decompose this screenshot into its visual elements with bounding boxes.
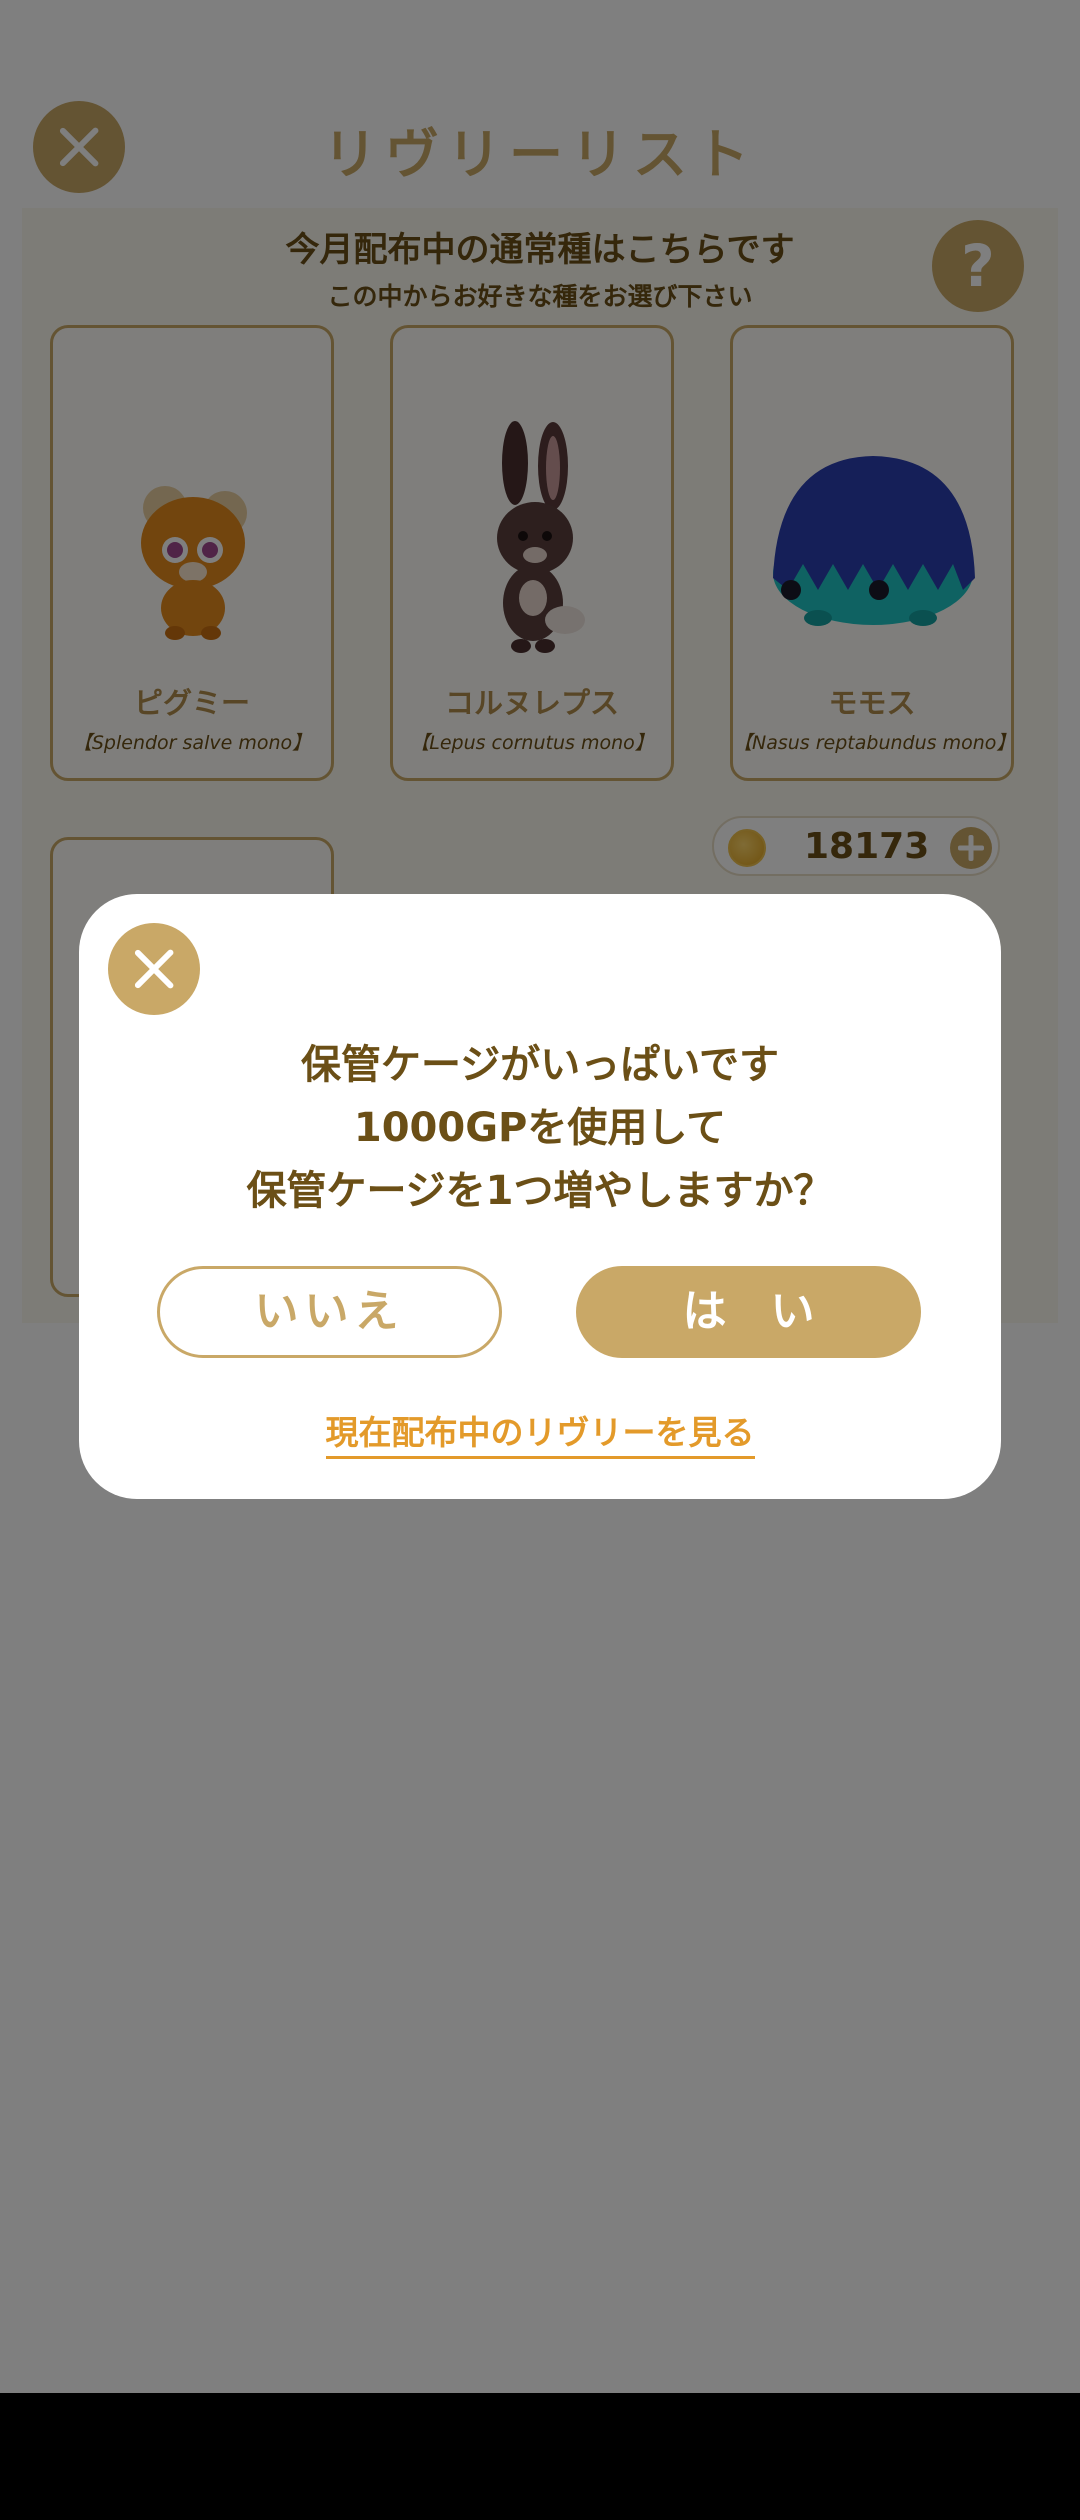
view-current-livly-link[interactable]: 現在配布中のリヴリーを見る	[325, 1406, 755, 1459]
no-button[interactable]: いいえ	[157, 1266, 502, 1358]
dialog-message-line: 1000GPを使用して	[353, 1105, 727, 1151]
dialog-message-line: 保管ケージを1つ増やしますか？	[246, 1168, 834, 1214]
yes-button[interactable]: は い	[576, 1266, 921, 1358]
close-icon	[108, 923, 200, 1015]
app-screen: リヴリーリスト 今月配布中の通常種はこちらです この中からお好きな種をお選び下さ…	[0, 0, 1080, 2520]
expand-cage-dialog: 保管ケージがいっぱいです 1000GPを使用して 保管ケージを1つ増やしますか？…	[79, 894, 1001, 1499]
view-current-livly-link-wrap: 現在配布中のリヴリーを見る	[79, 1406, 1001, 1459]
dialog-message-line: 保管ケージがいっぱいです	[301, 1042, 779, 1088]
dialog-message: 保管ケージがいっぱいです 1000GPを使用して 保管ケージを1つ増やしますか？	[79, 1034, 1001, 1223]
dialog-close-button[interactable]	[108, 923, 200, 1015]
system-nav-bar	[0, 2393, 1080, 2520]
